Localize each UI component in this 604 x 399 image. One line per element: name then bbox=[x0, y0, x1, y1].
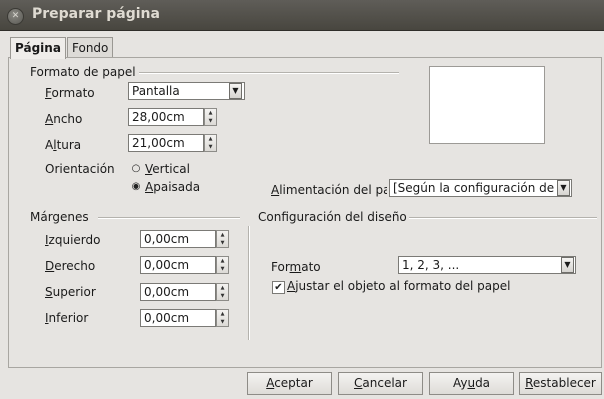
section-divider bbox=[98, 217, 240, 219]
reset-button[interactable]: Restablecer bbox=[519, 372, 602, 395]
section-divider bbox=[139, 72, 399, 74]
margin-top-field[interactable]: 0,00cm bbox=[140, 283, 216, 301]
chevron-down-icon[interactable]: ▼ bbox=[229, 83, 242, 99]
margin-right-field[interactable]: 0,00cm bbox=[140, 256, 216, 274]
paper-tray-select[interactable]: [Según la configuración de la i bbox=[389, 179, 572, 197]
spin-arrows-icon[interactable]: ▲ ▼ bbox=[216, 256, 229, 274]
spin-arrows-icon[interactable]: ▲ ▼ bbox=[216, 309, 229, 327]
close-icon[interactable]: ✕ bbox=[7, 8, 24, 25]
window-title: Preparar página bbox=[32, 6, 160, 22]
spin-arrows-icon[interactable]: ▲ ▼ bbox=[204, 108, 217, 126]
paper-format-section-title: Formato de papel bbox=[30, 65, 136, 79]
tab-page[interactable]: Página bbox=[10, 37, 66, 59]
height-label: Altura bbox=[45, 138, 82, 152]
tab-background-label: Fondo bbox=[72, 41, 109, 55]
ok-button[interactable]: Aceptar bbox=[247, 372, 332, 395]
tab-background[interactable]: Fondo bbox=[67, 37, 114, 58]
margin-left-field[interactable]: 0,00cm bbox=[140, 230, 216, 248]
width-label: Ancho bbox=[45, 112, 83, 126]
portrait-label[interactable]: Vertical bbox=[145, 162, 190, 176]
layout-settings-section-title: Configuración del diseño bbox=[258, 210, 407, 224]
margin-bottom-field[interactable]: 0,00cm bbox=[140, 309, 216, 327]
column-divider bbox=[248, 226, 250, 340]
spin-arrows-icon[interactable]: ▲ ▼ bbox=[204, 134, 217, 152]
margin-left-label: Izquierdo bbox=[45, 233, 101, 247]
paper-format-label: Formato bbox=[45, 86, 95, 100]
section-divider bbox=[409, 217, 597, 219]
spin-arrows-icon[interactable]: ▲ ▼ bbox=[216, 230, 229, 248]
help-button[interactable]: Ayuda bbox=[429, 372, 514, 395]
chevron-down-icon[interactable]: ▼ bbox=[561, 257, 574, 273]
radio-landscape[interactable]: ◉ bbox=[131, 182, 141, 192]
paper-format-select[interactable]: Pantalla bbox=[128, 82, 245, 100]
page-preview bbox=[429, 66, 545, 144]
cancel-button[interactable]: Cancelar bbox=[338, 372, 423, 395]
fit-object-label[interactable]: Ajustar el objeto al formato del papel bbox=[287, 279, 510, 293]
margin-top-label: Superior bbox=[45, 285, 96, 299]
margin-bottom-label: Inferior bbox=[45, 311, 89, 325]
orientation-label: Orientación bbox=[45, 162, 115, 176]
margin-right-label: Derecho bbox=[45, 259, 96, 273]
margins-section-title: Márgenes bbox=[30, 210, 89, 224]
fit-object-checkbox[interactable]: ✔ bbox=[272, 281, 285, 294]
height-field[interactable]: 21,00cm bbox=[128, 134, 204, 152]
paper-tray-label: Alimentación del pa bbox=[271, 183, 387, 197]
tab-page-label: Página bbox=[15, 41, 61, 55]
landscape-label[interactable]: Apaisada bbox=[145, 180, 200, 194]
width-field[interactable]: 28,00cm bbox=[128, 108, 204, 126]
layout-format-label: Formato bbox=[271, 260, 321, 274]
checkmark-icon: ✔ bbox=[274, 282, 283, 293]
radio-portrait[interactable]: ○ bbox=[131, 164, 141, 174]
spin-arrows-icon[interactable]: ▲ ▼ bbox=[216, 283, 229, 301]
chevron-down-icon[interactable]: ▼ bbox=[557, 180, 570, 196]
layout-format-select[interactable]: 1, 2, 3, ... bbox=[398, 256, 576, 274]
